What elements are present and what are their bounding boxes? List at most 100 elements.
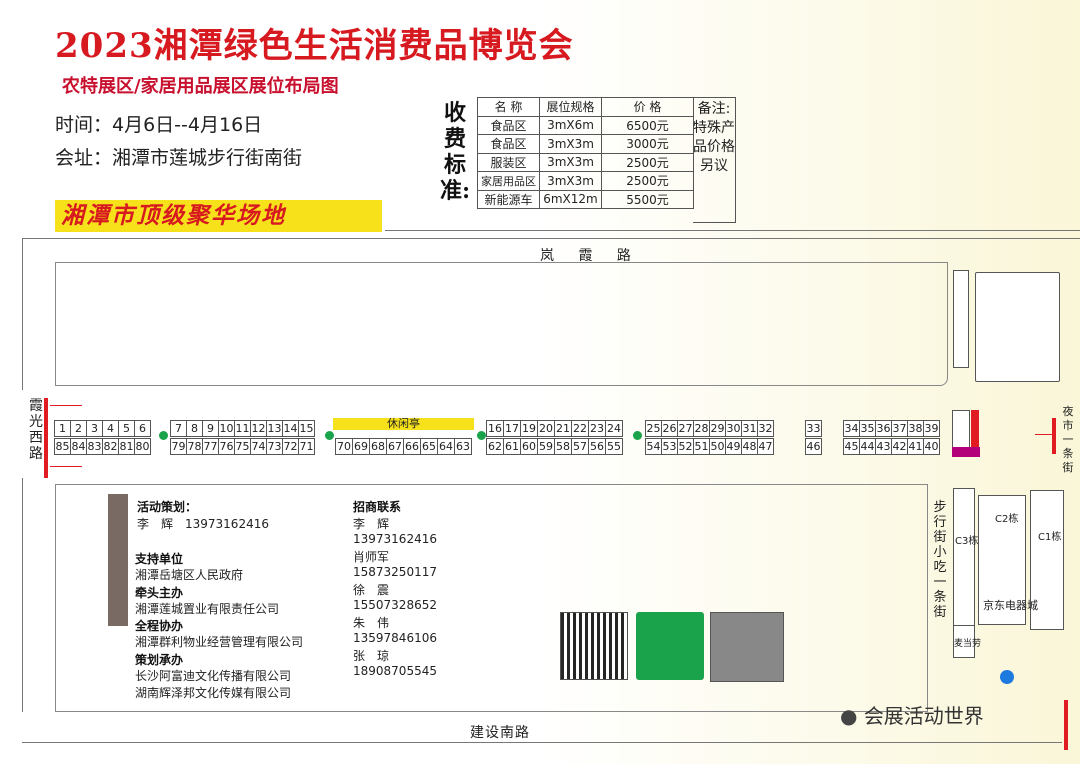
fee-header-spec: 展位规格 xyxy=(539,97,602,117)
booth-cell: 19 xyxy=(520,420,538,437)
booth-cell: 25 xyxy=(645,420,662,437)
booth-cell: 13 xyxy=(266,420,283,437)
arrow-right-icon xyxy=(50,466,82,467)
building xyxy=(953,270,969,368)
booth-cell: 30 xyxy=(725,420,742,437)
fee-cell: 3mX6m xyxy=(539,115,602,135)
south-gate xyxy=(1064,700,1068,750)
wechat-qr-image[interactable] xyxy=(636,612,704,680)
sidebar-decoration xyxy=(108,494,128,626)
booth-cell: 3 xyxy=(86,420,103,437)
booth-cell: 32 xyxy=(757,420,774,437)
contact-line: 18908705545 xyxy=(353,663,437,678)
fee-cell: 6mX12m xyxy=(539,189,602,209)
booth-cell: 52 xyxy=(677,438,694,455)
booth-cell: 71 xyxy=(298,438,315,455)
booth-cell: 8 xyxy=(186,420,203,437)
qr-code-image[interactable] xyxy=(560,612,628,680)
booth-cell: 65 xyxy=(420,438,438,455)
tree-icon xyxy=(477,431,486,440)
fee-cell: 2500元 xyxy=(601,152,694,172)
booth-cell: 47 xyxy=(757,438,774,455)
watermark: ● 会展活动世界 xyxy=(840,700,984,729)
location-marker-icon xyxy=(1000,670,1014,684)
booth-cell: 28 xyxy=(693,420,710,437)
booth-cell: 44 xyxy=(859,438,876,455)
booth-cell: 20 xyxy=(537,420,555,437)
building-jd-label: 京东电器城 xyxy=(983,599,1038,612)
booth-cell: 66 xyxy=(403,438,421,455)
booth-cell: 67 xyxy=(386,438,404,455)
page-title: 2023湘潭绿色生活消费品博览会 xyxy=(55,26,574,66)
booth-cell: 40 xyxy=(923,438,940,455)
fee-table-header: 名 称 展位规格 价 格 xyxy=(477,97,694,117)
booth-cell: 42 xyxy=(891,438,908,455)
arrow-right-icon xyxy=(50,405,82,406)
booth-cell: 12 xyxy=(250,420,267,437)
floor-plan-poster: 2023湘潭绿色生活消费品博览会 农特展区/家居用品展区展位布局图 时间：4月6… xyxy=(0,0,1080,764)
booth-cell: 55 xyxy=(605,438,623,455)
booth-cell: 78 xyxy=(186,438,203,455)
booth-cell: 56 xyxy=(588,438,606,455)
contacts-heading: 招商联系 xyxy=(353,500,402,514)
fee-cell: 3mX3m xyxy=(539,134,602,154)
tree-icon xyxy=(159,431,168,440)
booth-cell: 36 xyxy=(875,420,892,437)
booth-cell: 22 xyxy=(571,420,589,437)
fee-table: 名 称 展位规格 价 格 食品区 3mX6m 6500元 食品区 3mX3m 3000元… xyxy=(477,97,694,209)
east-gate xyxy=(971,410,979,448)
booth-cell: 34 xyxy=(843,420,860,437)
booth-cell: 81 xyxy=(118,438,135,455)
event-time: 时间：4月6日--4月16日 xyxy=(55,114,263,136)
booth-cell: 4 xyxy=(102,420,119,437)
road-south: 建设南路 xyxy=(470,725,530,741)
fee-cell: 2500元 xyxy=(601,171,694,191)
fee-cell: 3000元 xyxy=(601,134,694,154)
road-edge xyxy=(22,238,1080,239)
booth-cell: 48 xyxy=(741,438,758,455)
booth-cell: 27 xyxy=(677,420,694,437)
fee-header-name: 名 称 xyxy=(477,97,540,117)
fee-cell: 5500元 xyxy=(601,189,694,209)
watermark-text: 会展活动世界 xyxy=(863,704,984,728)
fee-cell: 3mX3m xyxy=(539,152,602,172)
booth-cell: 76 xyxy=(218,438,235,455)
booth-cell: 60 xyxy=(520,438,538,455)
booth-cell: 39 xyxy=(923,420,940,437)
fee-standard-label: 收费标准: xyxy=(440,100,471,204)
booth-cell: 35 xyxy=(859,420,876,437)
booth-cell: 49 xyxy=(725,438,742,455)
account-qr-image[interactable] xyxy=(710,612,784,682)
booth-cell: 6 xyxy=(134,420,151,437)
page-subtitle: 农特展区/家居用品展区展位布局图 xyxy=(62,76,339,97)
exec-text: 湖南辉泽邦文化传媒有限公司 xyxy=(135,686,292,700)
contact-line: 肖师军 xyxy=(353,550,390,564)
assist-text: 湘潭群利物业经营管理有限公司 xyxy=(135,635,304,649)
planning-text: 李 辉 13973162416 xyxy=(137,517,269,531)
arrow-left-icon xyxy=(1035,434,1053,435)
exec-heading: 策划承办 xyxy=(135,653,184,667)
support-text: 湘潭岳塘区人民政府 xyxy=(135,568,244,582)
rest-pavilion: 休闲亭 xyxy=(333,418,474,430)
fee-header-price: 价 格 xyxy=(601,97,694,117)
booth-cell: 72 xyxy=(282,438,299,455)
contact-line: 张 琼 xyxy=(353,649,390,663)
road-edge xyxy=(22,742,1062,743)
building-c2-label: C2栋 xyxy=(995,514,1019,525)
booth-cell: 59 xyxy=(537,438,555,455)
booth-cell: 45 xyxy=(843,438,860,455)
booth-cell: 15 xyxy=(298,420,315,437)
fee-row: 新能源车 6mX12m 5500元 xyxy=(477,189,694,209)
booth-cell: 64 xyxy=(437,438,455,455)
booth-cell: 26 xyxy=(661,420,678,437)
booth-cell: 14 xyxy=(282,420,299,437)
booth-cell: 70 xyxy=(335,438,353,455)
contact-line: 15507328652 xyxy=(353,597,437,612)
fee-note: 备注:特殊产品价格另议 xyxy=(693,97,736,223)
booth-cell: 41 xyxy=(907,438,924,455)
booth-cell: 57 xyxy=(571,438,589,455)
booth-cell: 29 xyxy=(709,420,726,437)
tree-icon xyxy=(325,431,334,440)
booth-cell: 69 xyxy=(352,438,370,455)
contact-line: 李 辉 xyxy=(353,517,390,531)
